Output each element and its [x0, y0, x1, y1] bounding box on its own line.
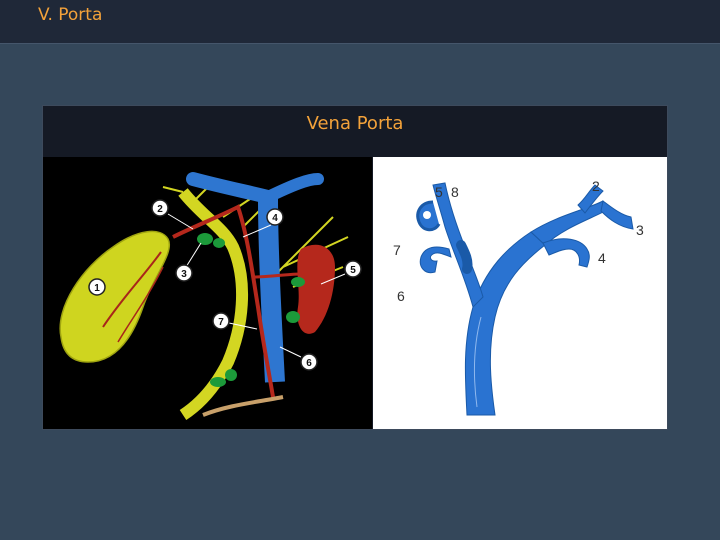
svg-text:4: 4 — [272, 213, 278, 224]
portal-vein-diagram: 5 8 7 6 2 3 4 — [373, 157, 667, 429]
svg-text:1: 1 — [94, 283, 100, 294]
panel-header: Vena Porta — [43, 106, 667, 156]
label-3: 3 — [636, 222, 644, 238]
svg-text:6: 6 — [306, 358, 312, 369]
svg-text:3: 3 — [181, 269, 187, 280]
callout-3: 3 — [175, 242, 202, 282]
anatomy-svg: 1 2 3 4 5 6 7 — [59, 172, 362, 421]
svg-text:7: 7 — [218, 317, 224, 328]
panel-subtitle: Vena Porta — [306, 113, 404, 134]
diagram-svg: 5 8 7 6 2 3 4 — [393, 178, 644, 416]
portal-trunk-shape — [464, 231, 546, 416]
label-6: 6 — [397, 288, 405, 304]
label-4: 4 — [598, 250, 606, 266]
label-7: 7 — [393, 242, 401, 258]
callout-1: 1 — [88, 278, 106, 296]
label-5: 5 — [435, 184, 443, 200]
content-panel: Vena Porta 1 2 3 4 5 6 7 5 8 7 6 2 3 4 — [42, 105, 668, 430]
label-8: 8 — [451, 184, 459, 200]
callout-6: 6 — [279, 346, 318, 371]
gallbladder-shape — [59, 230, 171, 363]
anatomy-illustration: 1 2 3 4 5 6 7 — [43, 157, 372, 429]
spleen-shape — [297, 244, 335, 334]
page-title: V. Porta — [38, 5, 103, 25]
title-bar: V. Porta — [0, 0, 720, 44]
svg-text:5: 5 — [350, 265, 356, 276]
svg-text:2: 2 — [157, 204, 163, 215]
label-2: 2 — [592, 178, 600, 194]
